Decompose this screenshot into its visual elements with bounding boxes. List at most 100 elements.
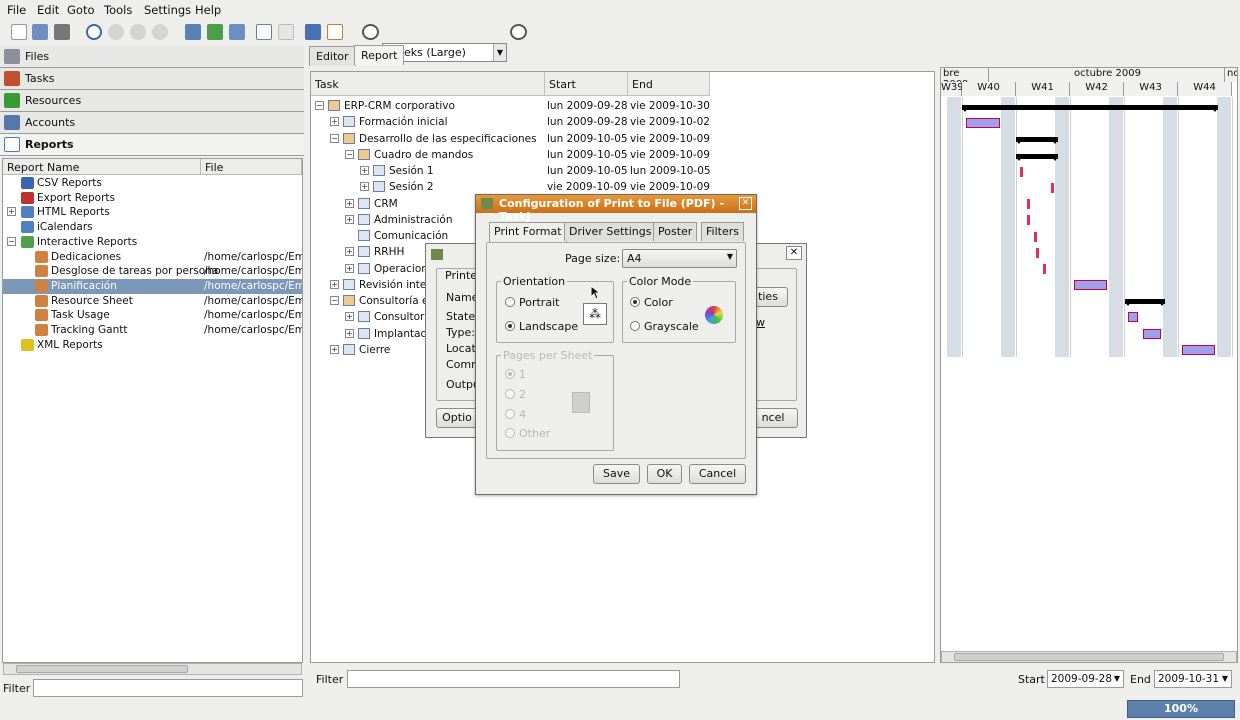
dialog-titlebar[interactable]: Configuration of Print to File (PDF) - T…	[476, 195, 756, 223]
expand-icon[interactable]: +	[345, 198, 354, 208]
new-file-icon[interactable]	[11, 24, 27, 40]
column-header-file[interactable]: File	[201, 159, 302, 175]
gantt-hscrollbar[interactable]	[941, 651, 1237, 662]
menu-settings[interactable]: Settings	[144, 3, 191, 17]
forward-icon[interactable]	[152, 24, 168, 40]
calendar-icon[interactable]	[185, 24, 201, 40]
landscape-radio[interactable]	[505, 321, 515, 331]
gantt-task-bar[interactable]	[1182, 345, 1215, 355]
expand-icon[interactable]: +	[345, 263, 354, 273]
gantt-summary-bar[interactable]	[962, 105, 1218, 112]
report-row[interactable]: CSV Reports	[3, 176, 302, 191]
pps-2-radio[interactable]	[505, 389, 515, 399]
portrait-radio[interactable]	[505, 297, 515, 307]
task-row[interactable]: + Sesión 2 vie 2009-10-09 vie 2009-10-09	[311, 179, 711, 195]
collapse-icon[interactable]: −	[315, 101, 324, 110]
tab-editor[interactable]: Editor	[309, 46, 356, 66]
account-icon[interactable]	[229, 24, 245, 40]
expand-icon[interactable]: +	[330, 344, 339, 354]
pps-4-radio[interactable]	[505, 409, 515, 419]
tab-report[interactable]: Report	[354, 45, 405, 65]
save-button[interactable]: Save	[593, 464, 640, 484]
report-row[interactable]: + HTML Reports	[3, 205, 302, 220]
gantt-summary-bar[interactable]	[1016, 137, 1058, 144]
gantt-task-bar[interactable]	[1074, 280, 1107, 290]
gantt-task-bar[interactable]	[966, 118, 1000, 128]
tab-driver-settings[interactable]: Driver Settings	[564, 222, 657, 241]
collapse-icon[interactable]: −	[345, 149, 354, 159]
report-row[interactable]: Resource Sheet/home/carlospc/Emer	[3, 294, 302, 309]
collapse-icon[interactable]: −	[7, 236, 16, 246]
nav-item-resources[interactable]: Resources	[0, 90, 304, 112]
report-row[interactable]: − Interactive Reports	[3, 235, 302, 250]
task-row[interactable]: − ERP-CRM corporativo lun 2009-09-28 vie 20…	[311, 98, 711, 114]
pps-1-radio[interactable]	[505, 369, 515, 379]
cancel-button[interactable]: Cancel	[689, 464, 746, 484]
edit-icon[interactable]	[305, 24, 321, 40]
expand-icon[interactable]: +	[345, 328, 354, 338]
color-label[interactable]: Color	[644, 296, 673, 309]
close-icon[interactable]: ✕	[739, 197, 752, 210]
expand-icon[interactable]: +	[345, 214, 354, 224]
gantt-milestone[interactable]	[1036, 248, 1039, 258]
left-filter-input[interactable]	[33, 679, 303, 697]
column-header-report-name[interactable]: Report Name	[3, 159, 201, 175]
pps-other-radio[interactable]	[505, 428, 515, 438]
report-row[interactable]: Export Reports	[3, 191, 302, 206]
report-row[interactable]: iCalendars	[3, 220, 302, 235]
nav-item-tasks[interactable]: Tasks	[0, 68, 304, 90]
column-header-task[interactable]: Task	[311, 72, 545, 96]
reports-hscrollbar[interactable]	[3, 663, 302, 675]
gantt-milestone[interactable]	[1043, 264, 1046, 274]
scroll-thumb[interactable]	[16, 665, 188, 673]
table-icon[interactable]	[256, 24, 272, 40]
expand-icon[interactable]: +	[330, 117, 339, 127]
collapse-icon[interactable]: −	[330, 296, 339, 305]
zoom-icon[interactable]	[362, 24, 379, 40]
expand-icon[interactable]: +	[330, 279, 339, 289]
grayscale-radio[interactable]	[630, 321, 640, 331]
gantt-task-bar[interactable]	[1143, 329, 1161, 339]
tab-filters[interactable]: Filters	[701, 222, 744, 241]
gantt-milestone[interactable]	[1051, 183, 1054, 193]
report-row[interactable]: Task Usage/home/carlospc/Emer	[3, 308, 302, 323]
gantt-milestone[interactable]	[1020, 167, 1023, 177]
menu-edit[interactable]: Edit	[37, 3, 59, 17]
close-icon[interactable]: ✕	[786, 246, 802, 260]
menu-help[interactable]: Help	[195, 3, 221, 17]
report-row[interactable]: Tracking Gantt/home/carlospc/Emer	[3, 323, 302, 338]
expand-icon[interactable]: +	[360, 166, 369, 175]
open-folder-icon[interactable]	[32, 24, 48, 40]
report-row[interactable]: Dedicaciones/home/carlospc/Emer	[3, 250, 302, 265]
task-row[interactable]: + Sesión 1 lun 2009-10-05 lun 2009-10-05	[311, 163, 711, 179]
task-row[interactable]: − Desarrollo de las especificaciones lun 2…	[311, 131, 711, 147]
ok-button[interactable]: OK	[647, 464, 682, 484]
expand-icon[interactable]: +	[345, 312, 354, 322]
center-filter-input[interactable]	[347, 670, 680, 688]
tab-print-format[interactable]: Print Format	[489, 222, 567, 242]
report-icon[interactable]	[327, 24, 343, 40]
nav-item-reports[interactable]: Reports	[0, 134, 304, 156]
gantt-task-bar[interactable]	[1128, 312, 1138, 322]
landscape-label[interactable]: Landscape	[519, 320, 578, 333]
gantt-milestone[interactable]	[1034, 232, 1037, 242]
preview-link[interactable]: w	[756, 316, 765, 329]
chevron-down-icon[interactable]: ▼	[493, 44, 506, 61]
grayscale-label[interactable]: Grayscale	[644, 320, 699, 333]
tab-poster[interactable]: Poster	[653, 222, 698, 241]
report-row[interactable]: XML Reports	[3, 338, 302, 353]
column-header-start[interactable]: Start	[545, 72, 628, 96]
options-button[interactable]: Optio	[436, 408, 478, 428]
report-row[interactable]: Desglose de tareas por persona/home/carl…	[3, 264, 302, 279]
stop-icon[interactable]	[108, 24, 124, 40]
start-date-combo[interactable]: 2009-09-28 ▼	[1047, 670, 1124, 688]
clock-icon[interactable]	[86, 24, 102, 40]
back-icon[interactable]	[130, 24, 146, 40]
gantt-milestone[interactable]	[1027, 199, 1030, 209]
menu-tools[interactable]: Tools	[104, 3, 132, 17]
expand-icon[interactable]: +	[360, 182, 369, 192]
expand-icon[interactable]: +	[345, 247, 354, 257]
nav-item-files[interactable]: Files	[0, 46, 304, 68]
gantt-summary-bar[interactable]	[1016, 154, 1058, 161]
color-radio[interactable]	[630, 297, 640, 307]
